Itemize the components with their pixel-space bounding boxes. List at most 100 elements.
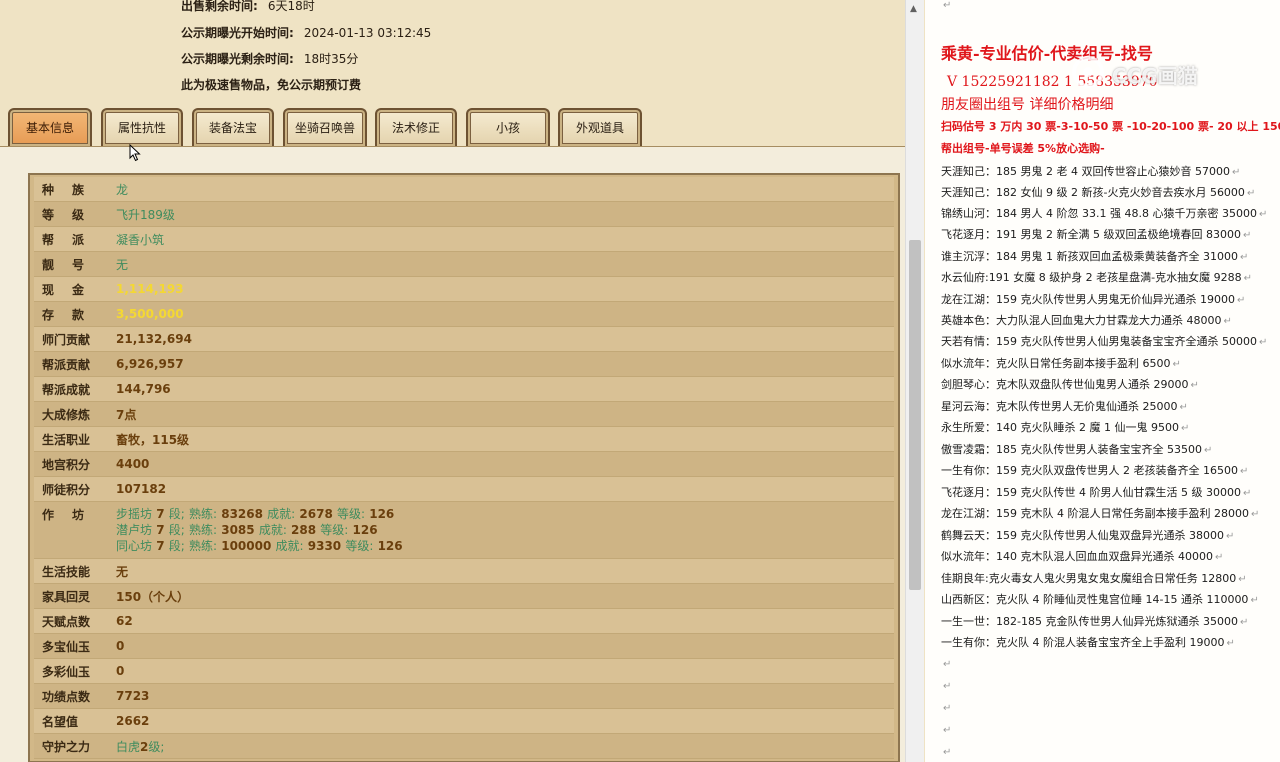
table-row: 靓号 无: [34, 252, 894, 277]
tab-children[interactable]: 小孩: [466, 108, 550, 146]
list-item: 天若有情：159 克火队传世男人仙男鬼装备宝宝齐全通杀 50000 ↵: [941, 335, 1268, 348]
table-row: 生活职业 畜牧，115级: [34, 427, 894, 452]
row-label: 天赋点数: [42, 614, 91, 629]
paragraph-mark-icon: ↵: [1180, 423, 1190, 434]
watermark-logo-icon: [1072, 56, 1104, 88]
paragraph-mark-icon: ↵: [943, 703, 952, 714]
paragraph-mark-icon: ↵: [1243, 273, 1253, 284]
tab-attributes[interactable]: 属性抗性: [101, 108, 183, 146]
vertical-scrollbar[interactable]: ▲: [905, 0, 924, 762]
row-value: 无: [116, 564, 129, 579]
row-value: 7点: [116, 407, 137, 422]
row-value: 144,796: [116, 382, 171, 396]
game-panel: 出售剩余时间: 6天18时 公示期曝光开始时间: 2024-01-13 03:12:…: [0, 0, 905, 762]
row-value: 0: [116, 664, 125, 678]
paragraph-mark-icon: ↵: [1231, 167, 1241, 178]
public-start-value: 2024-01-13 03:12:45: [303, 26, 432, 40]
paragraph-mark-icon: ↵: [943, 659, 952, 670]
table-row: 帮派 凝香小筑: [34, 227, 894, 252]
table-row: 帮派贡献 6,926,957: [34, 352, 894, 377]
list-item: 傲雪凌霜：185 克火队传世男人装备宝宝齐全 53500 ↵: [941, 443, 1213, 456]
list-item: 龙在江湖：159 克木队 4 阶混人日常任务副本接手盈利 28000 ↵: [941, 507, 1260, 520]
row-value: 107182: [116, 482, 167, 496]
row-label: 种族: [42, 182, 103, 197]
doc-pricing-line: 帮出组号-单号误差 5%放心选购-: [941, 142, 1105, 155]
doc-subtitle: 朋友圈出组号 详细价格明细: [941, 97, 1114, 113]
paragraph-mark-icon: ↵: [1250, 595, 1259, 606]
public-start-line: 公示期曝光开始时间: 2024-01-13 03:12:45: [181, 24, 431, 41]
tab-equipment[interactable]: 装备法宝: [192, 108, 274, 146]
tab-appearance[interactable]: 外观道具: [558, 108, 642, 146]
paragraph-mark-icon: ↵: [1223, 316, 1232, 327]
row-value: 凝香小筑: [116, 232, 165, 247]
table-row: 多宝仙玉 0: [34, 634, 894, 659]
list-item: 谁主沉浮：184 男鬼 1 新孩双回血孟极乘黄装备齐全 31000 ↵: [941, 250, 1249, 263]
list-item: 一生一世：182-185 克金队传世男人仙异光炼狱通杀 35000 ↵: [941, 615, 1249, 628]
list-item: 似水流年：140 克木队混人回血血双盘异光通杀 40000 ↵: [941, 550, 1224, 563]
paragraph-mark-icon: ↵: [1258, 337, 1268, 348]
row-value: 0: [116, 639, 125, 653]
row-label: 师门贡献: [42, 332, 91, 347]
table-row: 守护之力 白虎2级;: [34, 734, 894, 759]
row-value: 飞升189级: [116, 207, 175, 222]
list-item: 一生有你：159 克火队双盘传世男人 2 老孩装备齐全 16500 ↵: [941, 464, 1249, 477]
paragraph-mark-icon: ↵: [1250, 509, 1260, 520]
paragraph-mark-icon: ↵: [1179, 402, 1188, 413]
public-remaining-line: 公示期曝光剩余时间: 18时35分: [181, 50, 358, 67]
row-label: 多宝仙玉: [42, 639, 91, 654]
row-label: 守护之力: [42, 739, 91, 754]
list-item: 天涯知己：182 女仙 9 级 2 新孩-火克火妙音去疾水月 56000 ↵: [941, 186, 1256, 199]
paragraph-mark-icon: ↵: [1239, 617, 1249, 628]
row-label: 师徒积分: [42, 482, 91, 497]
paragraph-mark-icon: ↵: [1238, 574, 1247, 585]
row-label: 生活职业: [42, 432, 91, 447]
tab-bar: 基本信息 属性抗性 装备法宝 坐骑召唤兽 法术修正 小孩 外观道具: [8, 108, 898, 146]
tab-content: 种族 龙 等级 飞升189级 帮派 凝香小筑 靓号 无 现金 1,114,193…: [0, 146, 905, 762]
row-value: 4400: [116, 457, 150, 471]
list-item: 一生有你：克火队 4 阶混人装备宝宝齐全上手盈利 19000 ↵: [941, 636, 1235, 649]
public-remaining-value: 18时35分: [303, 52, 359, 66]
table-row: 现金 1,114,193: [34, 277, 894, 302]
row-value: 龙: [116, 182, 129, 197]
table-row: 种族 龙: [34, 177, 894, 202]
list-item: 天涯知己：185 男鬼 2 老 4 双回传世容止心猿妙音 57000 ↵: [941, 165, 1241, 178]
workshop-line: 潜卢坊 7 段; 熟练: 3085 成就: 288 等级: 126: [116, 523, 378, 537]
watermark: CCG画猫: [1070, 54, 1242, 90]
row-value: 无: [116, 257, 129, 272]
row-label: 存款: [42, 307, 103, 322]
row-value: 62: [116, 614, 133, 628]
table-row: 作坊 步摇坊 7 段; 熟练: 83268 成就: 2678 等级: 126 潜…: [34, 502, 894, 559]
row-label: 帮派: [42, 232, 103, 247]
public-start-label: 公示期曝光开始时间:: [181, 26, 294, 40]
doc-pricing-line: 扫码估号 3 万内 30 票-3-10-50 票 -10-20-100 票- 2…: [941, 120, 1280, 133]
paragraph-mark-icon: ↵: [1242, 230, 1252, 241]
row-value: 1,114,193: [116, 282, 184, 296]
list-item: 锦绣山河：184 男人 4 阶忽 33.1 强 48.8 心猿千万亲密 3500…: [941, 207, 1268, 220]
paragraph-mark-icon: ↵: [1236, 295, 1246, 306]
row-label: 家具回灵: [42, 589, 91, 604]
list-item: 山西新区：克火队 4 阶睡仙灵性鬼宫位睡 14-15 通杀 110000 ↵: [941, 593, 1259, 606]
tab-spell-modifiers[interactable]: 法术修正: [375, 108, 457, 146]
paragraph-mark-icon: ↵: [1190, 380, 1199, 391]
table-row: 功绩点数 7723: [34, 684, 894, 709]
paragraph-mark-icon: ↵: [1258, 209, 1268, 220]
paragraph-mark-icon: ↵: [1226, 638, 1235, 649]
table-row: 名望值 2662: [34, 709, 894, 734]
scroll-up-arrow-icon[interactable]: ▲: [910, 4, 917, 14]
row-value: 6,926,957: [116, 357, 184, 371]
tab-basic-info[interactable]: 基本信息: [8, 108, 92, 146]
scrollbar-thumb[interactable]: [909, 240, 921, 590]
list-item: 永生所爱：140 克火队睡杀 2 魔 1 仙一鬼 9500 ↵: [941, 421, 1190, 434]
paragraph-mark-icon: ↵: [1203, 445, 1213, 456]
list-item: 龙在江湖：159 克火队传世男人男鬼无价仙异光通杀 19000 ↵: [941, 293, 1246, 306]
sale-remaining-line: 出售剩余时间: 6天18时: [181, 0, 315, 14]
row-label: 等级: [42, 207, 103, 222]
tab-mounts-summons[interactable]: 坐骑召唤兽: [283, 108, 367, 146]
table-row: 师门贡献 21,132,694: [34, 327, 894, 352]
public-remaining-label: 公示期曝光剩余时间:: [181, 52, 294, 66]
paragraph-mark-icon: ↵: [1214, 552, 1224, 563]
row-value: 3,500,000: [116, 307, 184, 321]
row-label: 帮派贡献: [42, 357, 91, 372]
table-row: 家具回灵 150（个人）: [34, 584, 894, 609]
document-panel: ↵ 乘黄-专业估价-代卖组号-找号 V 15225921182 1 558353…: [925, 0, 1280, 762]
